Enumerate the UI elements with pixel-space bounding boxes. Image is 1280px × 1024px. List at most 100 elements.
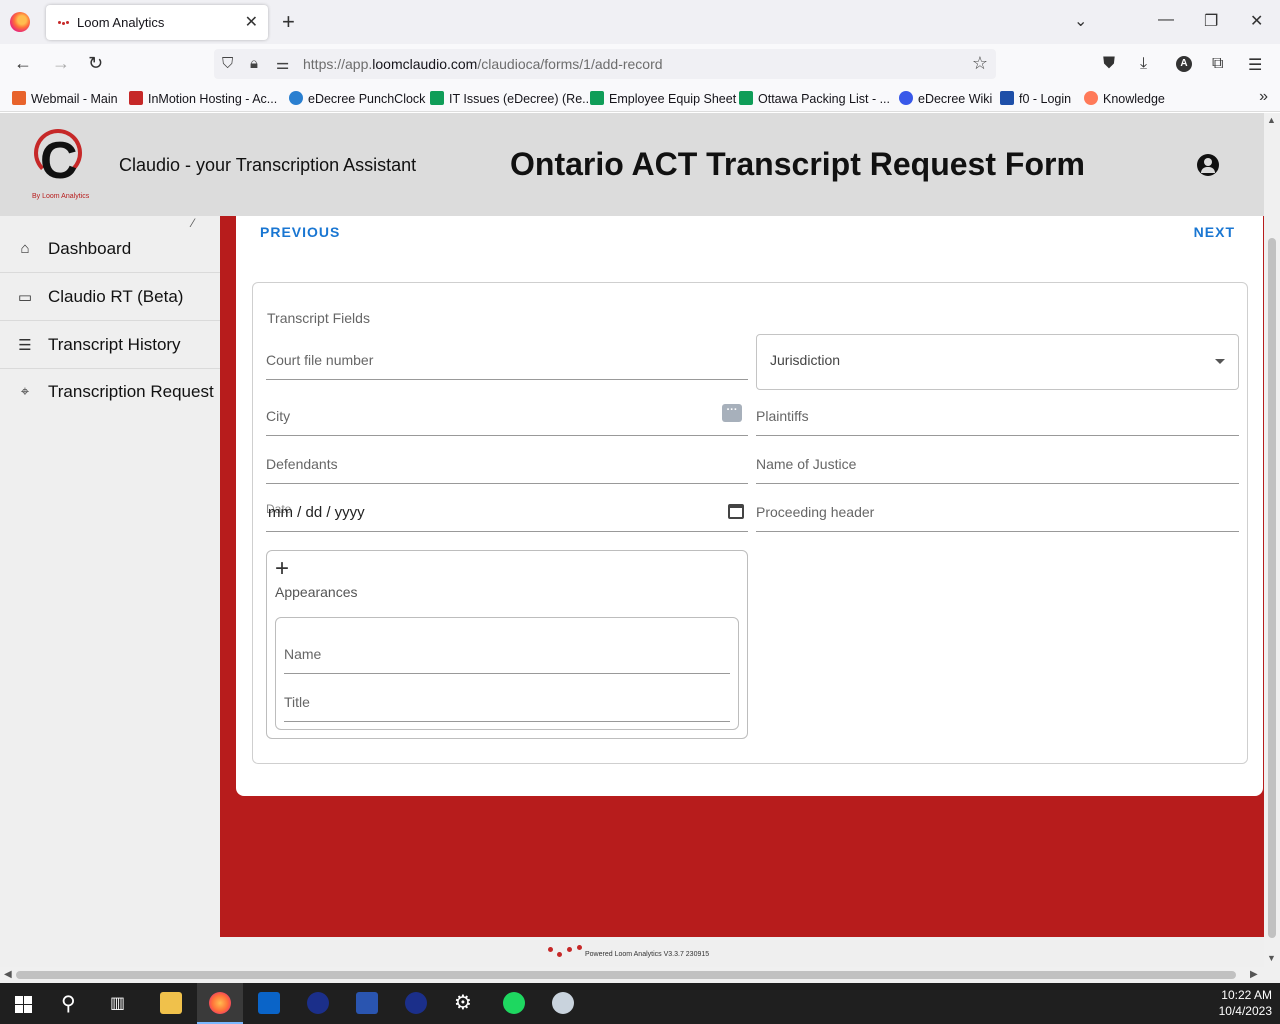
appearance-entry: Name Title bbox=[275, 617, 739, 730]
spotify-icon[interactable] bbox=[503, 992, 525, 1014]
vertical-scrollbar[interactable]: ▲ ▼ bbox=[1264, 113, 1280, 967]
bookmark-star-icon[interactable]: ☆ bbox=[972, 53, 988, 74]
bookmark-item[interactable]: Knowledge bbox=[1084, 91, 1165, 106]
field-label: Name bbox=[284, 646, 322, 662]
scroll-left-icon[interactable]: ◀ bbox=[4, 969, 12, 980]
browser-tab[interactable]: Loom Analytics ✕ bbox=[46, 5, 268, 40]
court-file-number-input[interactable]: Court file number bbox=[266, 332, 748, 380]
webex-meetings-icon[interactable] bbox=[405, 992, 427, 1014]
url-text[interactable]: https://app.loomclaudio.com/claudioca/fo… bbox=[303, 56, 663, 72]
url-bar[interactable]: ⛉ 🔒︎ ⚌ https://app.loomclaudio.com/claud… bbox=[214, 49, 996, 79]
horizontal-scrollbar[interactable]: ◀ ▶ bbox=[0, 967, 1264, 983]
bookmark-item[interactable]: Webmail - Main bbox=[12, 91, 118, 106]
list-icon: ☰ bbox=[18, 337, 32, 354]
field-label: Court file number bbox=[266, 352, 374, 368]
pocket-icon[interactable]: ⛊ bbox=[1103, 55, 1115, 73]
sidebar-item-label: Transcription Request bbox=[48, 382, 214, 401]
calendar-icon[interactable] bbox=[728, 504, 744, 519]
jurisdiction-select[interactable]: Jurisdiction bbox=[756, 334, 1239, 390]
next-button[interactable]: NEXT bbox=[1194, 224, 1235, 240]
app-icon[interactable] bbox=[552, 992, 574, 1014]
bookmark-item[interactable]: eDecree PunchClock bbox=[289, 91, 425, 106]
field-label: Jurisdiction bbox=[770, 352, 841, 368]
bookmark-item[interactable]: IT Issues (eDecree) (Re... bbox=[430, 91, 593, 106]
tab-title: Loom Analytics bbox=[77, 15, 165, 30]
bookmark-item[interactable]: Ottawa Packing List - ... bbox=[739, 91, 890, 106]
task-view-icon[interactable]: ▥ bbox=[110, 993, 132, 1015]
settings-gear-icon[interactable]: ⚙ bbox=[454, 990, 476, 1014]
firefox-taskbar-icon[interactable] bbox=[209, 992, 231, 1014]
wordpress-icon bbox=[899, 91, 913, 105]
bookmark-item[interactable]: eDecree Wiki bbox=[899, 91, 992, 106]
sidebar-item-claudio-rt[interactable]: ▭ Claudio RT (Beta) bbox=[0, 274, 220, 321]
system-clock[interactable]: 10:22 AM 10/4/2023 bbox=[1219, 987, 1272, 1019]
account-avatar[interactable]: A bbox=[1176, 56, 1192, 72]
hubspot-icon bbox=[1084, 91, 1098, 105]
password-manager-icon[interactable]: ··· bbox=[722, 404, 742, 422]
new-tab-icon[interactable]: + bbox=[282, 9, 295, 35]
store-icon: ⌂ bbox=[20, 240, 30, 257]
bookmark-icon bbox=[590, 91, 604, 105]
app-viewport: C By Loom Analytics Claudio - your Trans… bbox=[0, 113, 1264, 967]
more-bookmarks-icon[interactable]: » bbox=[1259, 88, 1268, 106]
bookmark-item[interactable]: Employee Equip Sheet bbox=[590, 91, 736, 106]
appearance-title-input[interactable]: Title bbox=[284, 674, 730, 722]
bookmark-icon bbox=[12, 91, 26, 105]
app-header: C By Loom Analytics Claudio - your Trans… bbox=[0, 113, 1264, 216]
sidebar-item-label: Claudio RT (Beta) bbox=[48, 287, 184, 306]
sidebar-item-dashboard[interactable]: ⌂ Dashboard bbox=[0, 226, 220, 273]
bookmark-icon bbox=[289, 91, 303, 105]
bookmarks-bar: Webmail - Main InMotion Hosting - Ac... … bbox=[0, 84, 1280, 112]
user-account-icon[interactable] bbox=[1197, 154, 1219, 176]
city-input[interactable]: City ··· bbox=[266, 388, 748, 436]
loom-favicon-icon bbox=[58, 21, 70, 25]
sidebar-item-transcript-history[interactable]: ☰ Transcript History bbox=[0, 322, 220, 369]
close-tab-icon[interactable]: ✕ bbox=[245, 12, 258, 32]
windows-taskbar: ⚲ ▥ ⚙ 10:22 AM 10/4/2023 bbox=[0, 983, 1280, 1024]
restore-icon[interactable]: ❐ bbox=[1204, 11, 1218, 31]
firefox-icon[interactable] bbox=[10, 12, 30, 32]
claudio-logo[interactable]: C By Loom Analytics bbox=[32, 127, 92, 205]
field-label: Plaintiffs bbox=[756, 408, 809, 424]
lock-icon[interactable]: 🔒︎ bbox=[250, 55, 258, 72]
bookmark-item[interactable]: f0 - Login bbox=[1000, 91, 1071, 106]
scroll-up-icon[interactable]: ▲ bbox=[1267, 115, 1276, 125]
field-label: Name of Justice bbox=[756, 456, 857, 472]
minimize-icon[interactable]: — bbox=[1158, 11, 1174, 29]
bookmark-icon bbox=[739, 91, 753, 105]
browser-tab-bar: Loom Analytics ✕ + ⌄ — ❐ ✕ bbox=[0, 0, 1280, 44]
permissions-icon[interactable]: ⚌ bbox=[276, 55, 289, 73]
plaintiffs-input[interactable]: Plaintiffs bbox=[756, 388, 1239, 436]
scroll-thumb[interactable] bbox=[16, 971, 1236, 979]
bookmark-item[interactable]: InMotion Hosting - Ac... bbox=[129, 91, 277, 106]
list-all-tabs-icon[interactable]: ⌄ bbox=[1074, 11, 1087, 31]
extensions-icon[interactable]: ⧉ bbox=[1212, 55, 1223, 73]
webex-icon[interactable] bbox=[307, 992, 329, 1014]
scroll-right-icon[interactable]: ▶ bbox=[1250, 969, 1258, 980]
sidebar-item-transcription-request[interactable]: ⌖ Transcription Request bbox=[0, 369, 220, 416]
file-explorer-icon[interactable] bbox=[160, 992, 182, 1014]
footer-text: Powered Loom Analytics V3.3.7 230915 bbox=[585, 951, 710, 958]
back-icon[interactable]: ← bbox=[14, 53, 32, 74]
downloads-icon[interactable]: ⤓ bbox=[1140, 55, 1147, 73]
name-of-justice-input[interactable]: Name of Justice bbox=[756, 436, 1239, 484]
scroll-thumb[interactable] bbox=[1268, 238, 1276, 938]
search-icon[interactable]: ⚲ bbox=[61, 991, 83, 1015]
scroll-down-icon[interactable]: ▼ bbox=[1267, 953, 1276, 963]
shield-icon[interactable]: ⛉ bbox=[222, 55, 233, 72]
close-window-icon[interactable]: ✕ bbox=[1250, 11, 1263, 31]
forward-icon[interactable]: → bbox=[52, 53, 70, 74]
sidebar: ⁄ ⌂ Dashboard ▭ Claudio RT (Beta) ☰ Tran… bbox=[0, 216, 220, 967]
previous-button[interactable]: PREVIOUS bbox=[260, 224, 340, 240]
windows-start-icon[interactable] bbox=[15, 996, 32, 1013]
menu-icon[interactable]: ☰ bbox=[1248, 55, 1262, 75]
field-label: Proceeding header bbox=[756, 504, 875, 520]
appearance-name-input[interactable]: Name bbox=[284, 626, 730, 674]
proceeding-header-input[interactable]: Proceeding header bbox=[756, 484, 1239, 532]
powershell-icon[interactable] bbox=[356, 992, 378, 1014]
date-input[interactable]: Date mm / dd / yyyy bbox=[266, 484, 748, 532]
add-appearance-icon[interactable]: + bbox=[275, 555, 289, 583]
defendants-input[interactable]: Defendants bbox=[266, 436, 748, 484]
outlook-icon[interactable] bbox=[258, 992, 280, 1014]
reload-icon[interactable]: ↻ bbox=[88, 53, 103, 74]
